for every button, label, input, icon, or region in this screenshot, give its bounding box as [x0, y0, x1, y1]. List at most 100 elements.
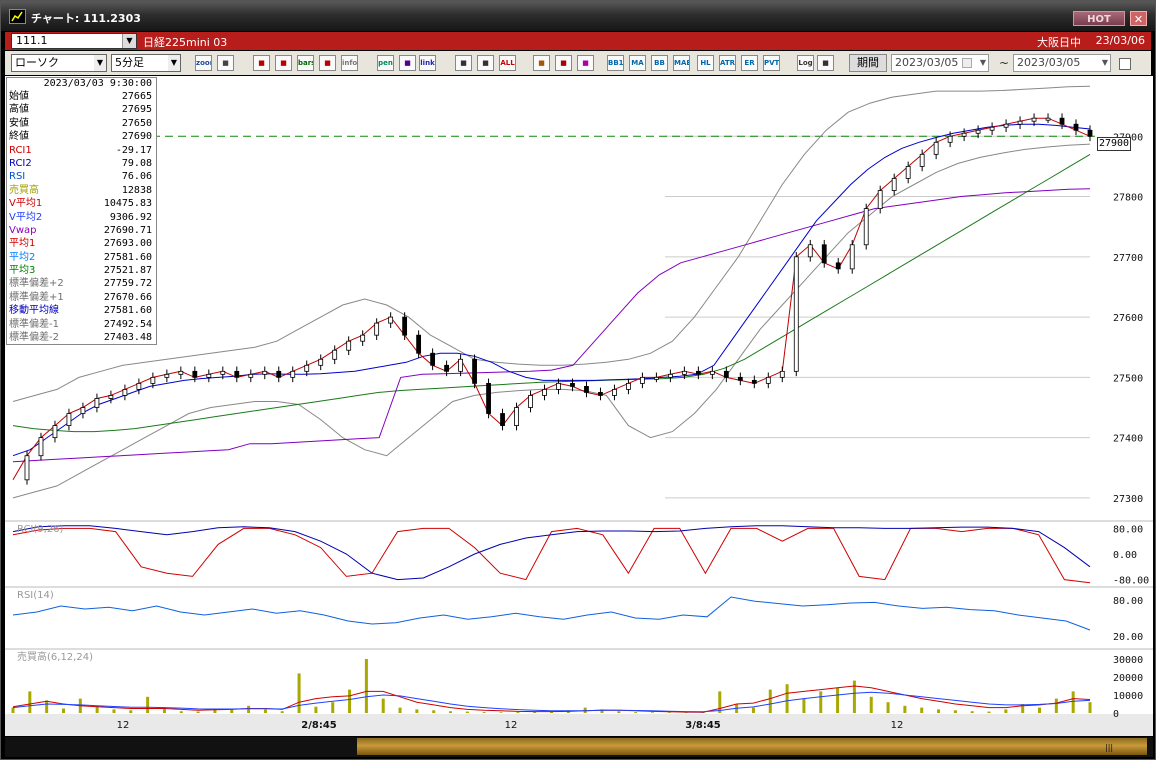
- candle1-tool-button[interactable]: ■: [455, 55, 472, 71]
- candle-body: [765, 376, 771, 384]
- period-button[interactable]: 期間: [849, 54, 887, 72]
- wrench-tool-button[interactable]: ■: [555, 55, 572, 71]
- close-button[interactable]: ✕: [1130, 11, 1147, 26]
- date-to-input[interactable]: 2023/03/05 ▼: [1013, 54, 1111, 72]
- candle-body: [262, 370, 268, 375]
- ma-tool-button[interactable]: MA: [629, 55, 646, 71]
- chart-type-select[interactable]: ローソク ▼: [11, 54, 107, 72]
- bb-tool-button[interactable]: BB: [651, 55, 668, 71]
- palette-tool-button[interactable]: ■: [577, 55, 594, 71]
- volume-bar: [381, 698, 385, 713]
- pen-tool-button[interactable]: pen: [377, 55, 394, 71]
- volume-bar: [314, 706, 318, 713]
- candle-body: [24, 455, 30, 481]
- candle-body: [989, 126, 995, 131]
- order-tool-button[interactable]: ■: [275, 55, 292, 71]
- settings-tool-button[interactable]: ■: [533, 55, 550, 71]
- bars-tool-button[interactable]: bars: [297, 55, 314, 71]
- candle-body: [863, 208, 869, 246]
- candle-body: [304, 364, 310, 372]
- volume-bar: [1038, 707, 1042, 713]
- candle-body: [723, 370, 729, 378]
- date-from-input[interactable]: 2023/03/05 ▼: [891, 54, 989, 72]
- info-panel: 2023/03/03 9:30:00 始値 27665 高値 27695 安値 27650…: [6, 77, 157, 345]
- volume-panel-label: 売買高(6,12,24): [17, 650, 93, 663]
- candle-body: [360, 334, 366, 342]
- chart-area[interactable]: 27300 27400 27500 27600 27700 27800 27900 RCI(9…: [5, 76, 1153, 736]
- info-label: 高値: [9, 104, 29, 116]
- price-tick-label: 27500: [1113, 373, 1143, 384]
- hl-tool-button[interactable]: HL: [697, 55, 714, 71]
- link-tool-button[interactable]: link: [419, 55, 436, 71]
- chevron-down-icon[interactable]: ▼: [980, 55, 986, 71]
- arrow-tool-button[interactable]: ■: [399, 55, 416, 71]
- candle-body: [388, 316, 394, 324]
- candle-body: [654, 376, 659, 380]
- candle2-tool-button[interactable]: ■: [477, 55, 494, 71]
- horizontal-scrollbar[interactable]: |||: [5, 737, 1153, 757]
- info-value: 27695: [121, 104, 152, 116]
- volume-bar: [331, 702, 335, 713]
- export-tool-button[interactable]: ■: [817, 55, 834, 71]
- volume-bar: [785, 684, 789, 713]
- log-tool-button[interactable]: Log: [797, 55, 814, 71]
- info-label: 終値: [9, 131, 29, 143]
- chevron-down-icon[interactable]: ▼: [1102, 55, 1108, 71]
- volume-bar: [179, 711, 183, 713]
- volume-bar: [802, 698, 806, 713]
- symbol-code-input[interactable]: 111.1 ▼: [11, 33, 137, 49]
- chevron-down-icon[interactable]: ▼: [122, 34, 136, 48]
- trade-tool-button[interactable]: ■: [253, 55, 270, 71]
- alert-tool-button[interactable]: ■: [319, 55, 336, 71]
- pvt-tool-button[interactable]: PVT: [763, 55, 780, 71]
- candle-body: [80, 407, 86, 414]
- all-tool-button[interactable]: ALL: [499, 55, 516, 71]
- title-bar[interactable]: チャート: 111.2303 HOT ✕: [1, 1, 1155, 31]
- info-label: 平均1: [9, 238, 36, 250]
- candle-body: [444, 364, 449, 372]
- zoom-tool-button[interactable]: zoom: [195, 55, 212, 71]
- candle-body: [192, 370, 198, 378]
- volume-bar: [1071, 691, 1075, 713]
- volume-bar: [650, 712, 654, 713]
- volume-bar: [465, 711, 469, 713]
- symbol-bar: 111.1 ▼ 日経225mini 03 大阪日中 23/03/06: [5, 32, 1151, 50]
- price-tick-label: 27700: [1113, 253, 1143, 264]
- hot-button[interactable]: HOT: [1073, 11, 1125, 26]
- bb1-tool-button[interactable]: BB1: [607, 55, 624, 71]
- chevron-down-icon: ▼: [168, 55, 180, 71]
- candle-body: [877, 190, 883, 209]
- candle-body: [709, 370, 715, 375]
- info-tool-button[interactable]: info: [341, 55, 358, 71]
- candle-body: [514, 407, 519, 426]
- volume-bar: [364, 659, 368, 713]
- price-chart[interactable]: 27300 27400 27500 27600 27700 27800 27900 RCI(9…: [5, 76, 1153, 736]
- info-label: 移動平均線: [9, 305, 59, 317]
- candle-body: [975, 129, 981, 134]
- cursor-tool-button[interactable]: ■: [217, 55, 234, 71]
- info-label: 標準偏差-2: [9, 332, 59, 344]
- scrollbar-thumb[interactable]: |||: [357, 738, 1147, 755]
- volume-bar: [751, 707, 755, 713]
- info-value: 12838: [121, 184, 152, 196]
- candle-body: [667, 373, 673, 378]
- calendar-icon[interactable]: [962, 58, 972, 68]
- info-row: V平均2 9306.92: [7, 211, 156, 224]
- er-tool-button[interactable]: ER: [741, 55, 758, 71]
- atr-tool-button[interactable]: ATR: [719, 55, 736, 71]
- info-row: 高値 27695: [7, 103, 156, 116]
- volume-bar: [937, 709, 941, 713]
- option-checkbox[interactable]: [1119, 58, 1131, 70]
- mae-tool-button[interactable]: MAE: [673, 55, 690, 71]
- time-tick-label: 3/8:45: [685, 720, 721, 731]
- info-value: 27759.72: [103, 278, 152, 290]
- info-value: 27403.48: [103, 332, 152, 344]
- interval-select[interactable]: 5分足 ▼: [111, 54, 181, 72]
- info-row: Vwap 27690.71: [7, 224, 156, 237]
- info-row: 標準偏差+2 27759.72: [7, 277, 156, 290]
- candle-body: [849, 244, 855, 270]
- volume-bar: [970, 711, 974, 713]
- rci-panel-label: RCI(9,26): [17, 524, 64, 535]
- candle-body: [598, 392, 603, 396]
- volume-bar: [196, 711, 200, 713]
